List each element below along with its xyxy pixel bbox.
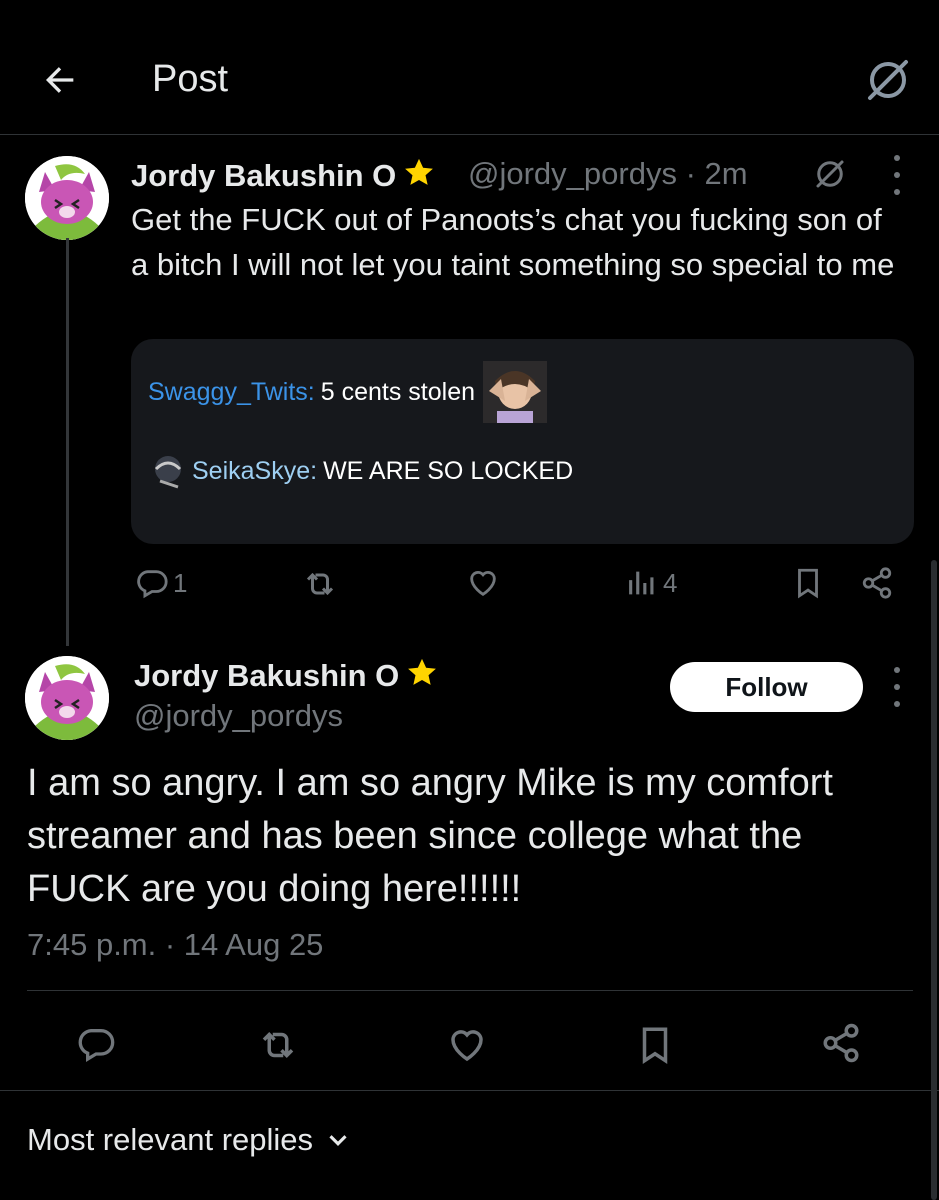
author-name[interactable]: Jordy Bakushin O [134, 656, 439, 694]
reply-button[interactable] [76, 1024, 116, 1064]
scrollbar[interactable] [931, 560, 937, 1200]
divider [0, 1090, 939, 1091]
share-button[interactable] [820, 1022, 862, 1064]
views-button[interactable]: 4 [625, 566, 677, 600]
reply-count: 1 [173, 567, 188, 598]
grok-button[interactable] [860, 52, 916, 108]
bookmark-icon [642, 1027, 668, 1065]
page-title: Post [152, 58, 229, 100]
replies-sort-label: Most relevant replies [27, 1122, 314, 1157]
top-bar: Post [0, 0, 939, 135]
post-text: I am so angry. I am so angry Mike is my … [27, 762, 833, 910]
repost-button[interactable] [257, 1024, 299, 1066]
replies-sort-dropdown[interactable]: Most relevant replies [27, 1122, 353, 1158]
back-button[interactable] [36, 56, 84, 104]
heart-icon [470, 571, 496, 597]
bookmark-button[interactable] [791, 566, 825, 600]
grok-button[interactable] [808, 152, 852, 196]
share-button[interactable] [860, 566, 894, 600]
bookmark-button[interactable] [634, 1024, 676, 1066]
thread-connector [66, 238, 69, 646]
chat-username: SeikaSkye: [192, 456, 318, 485]
avatar[interactable] [25, 156, 109, 240]
user-badge-icon [154, 456, 182, 489]
post-timestamp[interactable]: 7:45 p.m. · 14 Aug 25 [27, 927, 323, 963]
star-badge-icon [408, 658, 437, 685]
post-time: · 2m [685, 156, 748, 191]
divider [27, 990, 913, 991]
like-button[interactable] [446, 1024, 488, 1066]
author-handle[interactable]: @jordy_pordys [134, 698, 343, 734]
follow-button[interactable]: Follow [670, 662, 863, 712]
views-count: 4 [663, 567, 678, 598]
author-name[interactable]: Jordy Bakushin O [131, 156, 436, 194]
comment-icon [137, 570, 168, 599]
cat-avatar-icon [25, 156, 109, 240]
reply-button[interactable]: 1 [135, 566, 187, 600]
cat-avatar-icon [25, 656, 109, 740]
more-options-button[interactable] [887, 155, 907, 195]
chat-message: Swaggy_Twits: 5 cents stolen [148, 361, 548, 423]
share-icon [862, 567, 892, 599]
repost-icon [262, 1032, 294, 1058]
star-badge-icon [405, 158, 434, 185]
chat-text: 5 cents stolen [320, 377, 476, 406]
chat-username: Swaggy_Twits: [148, 377, 315, 406]
reply-text: Get the FUCK out of Panoots’s chat you f… [131, 202, 895, 282]
attached-image[interactable]: Swaggy_Twits: 5 cents stolen SeikaSkye: … [131, 339, 914, 544]
chevron-down-icon [329, 1135, 347, 1146]
heart-icon [451, 1030, 483, 1062]
chat-message: SeikaSkye: WE ARE SO LOCKED [148, 451, 573, 491]
share-icon [823, 1023, 859, 1063]
grok-icon [816, 160, 844, 188]
comment-icon [78, 1029, 115, 1062]
repost-icon [306, 572, 334, 596]
more-options-button[interactable] [887, 667, 907, 707]
chat-text: WE ARE SO LOCKED [323, 456, 574, 485]
avatar[interactable] [25, 656, 109, 740]
grok-icon [868, 60, 908, 100]
views-icon [629, 571, 654, 595]
author-handle[interactable]: @jordy_pordys · 2m [468, 156, 748, 192]
bookmark-icon [798, 568, 818, 599]
emote-image [483, 361, 548, 423]
repost-button[interactable] [302, 566, 338, 602]
arrow-left-icon [46, 67, 74, 93]
like-button[interactable] [466, 566, 500, 600]
